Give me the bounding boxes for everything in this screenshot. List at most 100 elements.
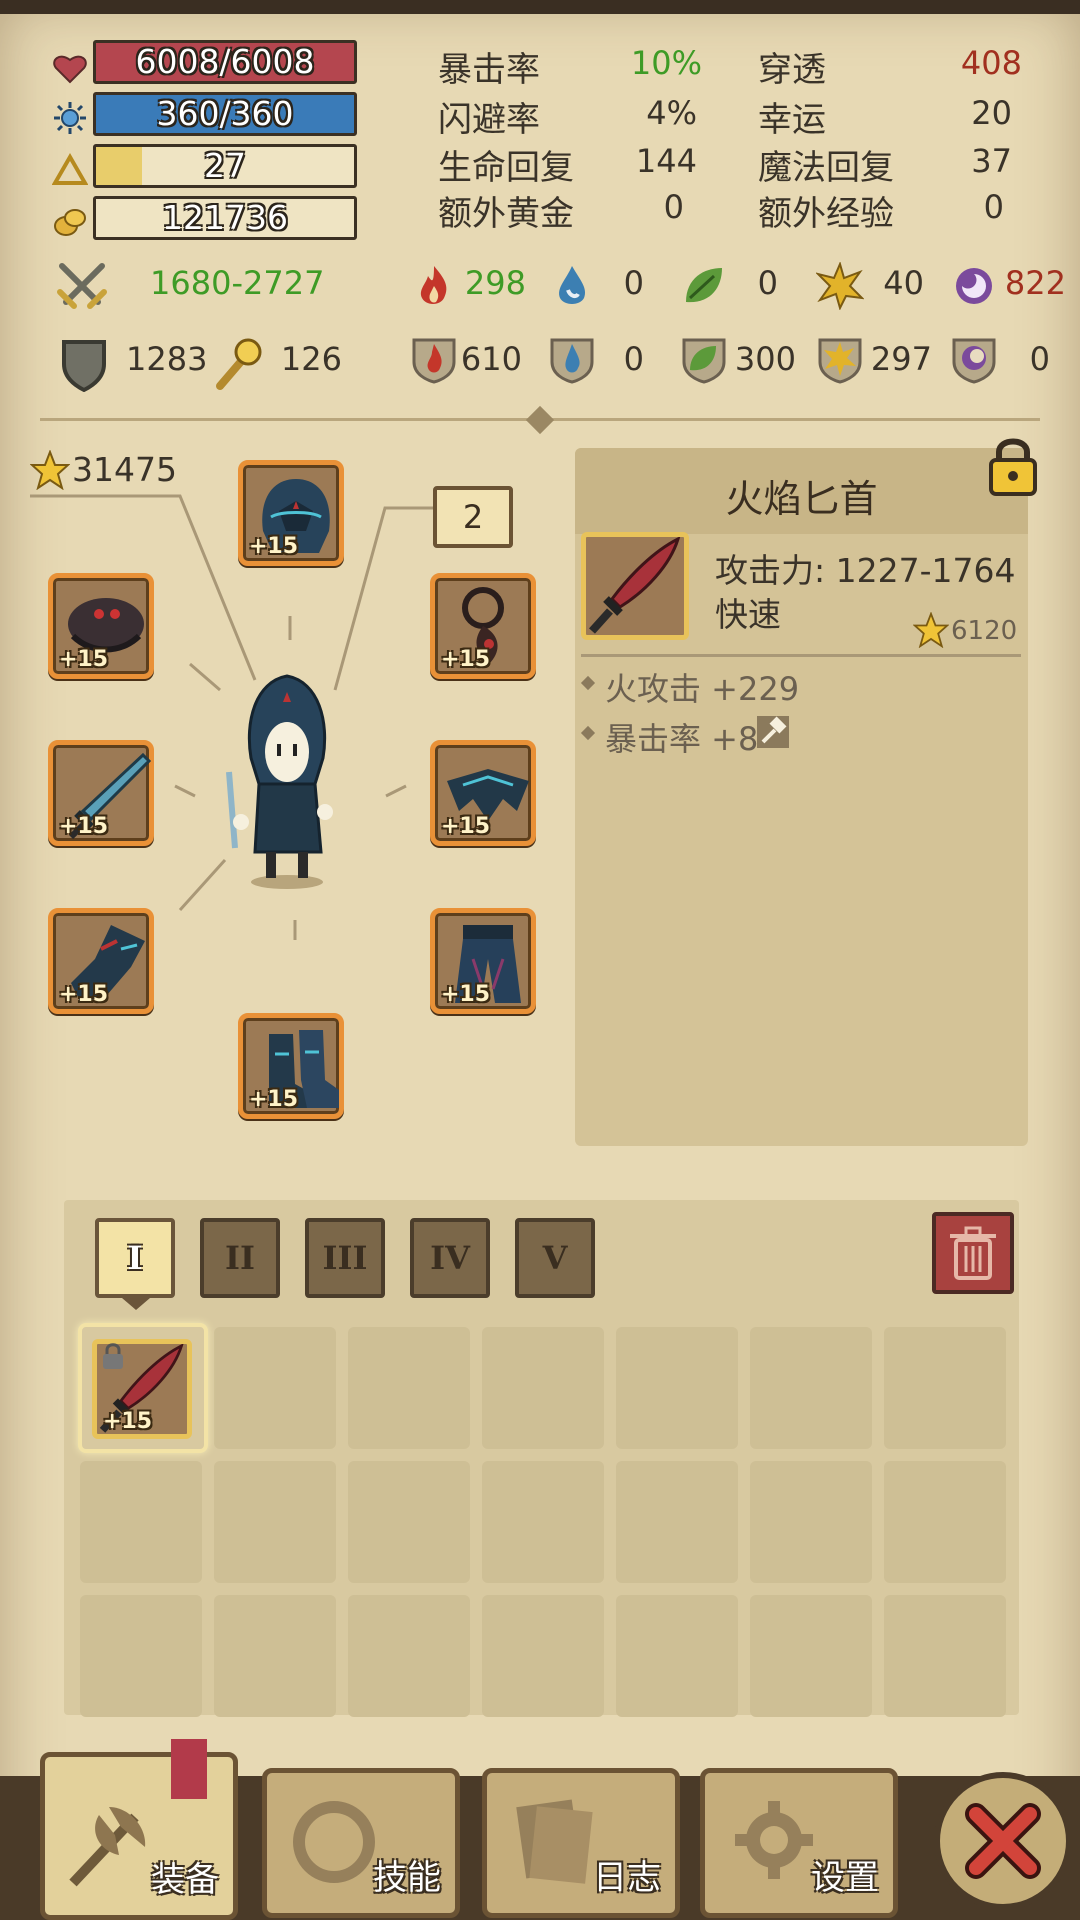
inventory-item[interactable]: +15 bbox=[78, 1323, 208, 1453]
inventory-slot[interactable] bbox=[482, 1461, 604, 1583]
level-value: 27 bbox=[204, 146, 246, 185]
defense-nature: 300 bbox=[734, 340, 796, 378]
equip-slot-amulet[interactable]: +15 bbox=[430, 573, 536, 679]
star-icon bbox=[913, 612, 949, 648]
defense-magic: 126 bbox=[280, 340, 342, 378]
magic-staff-icon bbox=[216, 338, 262, 390]
attack-range: 1680-2727 bbox=[150, 264, 325, 302]
inventory-slot[interactable] bbox=[616, 1461, 738, 1583]
stat-label: 暴击率 bbox=[438, 50, 540, 90]
trash-icon bbox=[950, 1226, 996, 1280]
journal-icon bbox=[516, 1799, 593, 1884]
item-score: 6120 bbox=[951, 616, 1018, 646]
water-shield-icon bbox=[550, 338, 594, 384]
hp-bar: 6008/6008 bbox=[93, 40, 357, 84]
water-icon bbox=[559, 266, 586, 304]
inventory-slot[interactable] bbox=[80, 1595, 202, 1717]
inventory-slot[interactable] bbox=[616, 1595, 738, 1717]
nav-settings-button[interactable]: 设置 bbox=[700, 1768, 898, 1918]
inventory-tab[interactable]: III bbox=[305, 1218, 385, 1298]
arcane-shield-icon bbox=[952, 338, 996, 384]
bonus-diamond-icon bbox=[580, 675, 596, 691]
nature-shield-icon bbox=[682, 338, 726, 384]
inventory-slot[interactable] bbox=[214, 1595, 336, 1717]
equip-slot-shoulders[interactable]: +15 bbox=[48, 573, 154, 679]
xp-bar: 27 bbox=[93, 144, 357, 188]
trash-button[interactable] bbox=[932, 1212, 1014, 1294]
upgrade-hammer-icon[interactable] bbox=[757, 716, 789, 748]
stat-label: 额外黄金 bbox=[438, 194, 574, 234]
close-button[interactable] bbox=[934, 1772, 1072, 1910]
crossed-swords-icon bbox=[57, 263, 107, 309]
arcane-icon bbox=[956, 268, 992, 304]
defense-lightning: 297 bbox=[870, 340, 932, 378]
inventory-slot[interactable] bbox=[482, 1327, 604, 1449]
set-count-badge[interactable]: 2 bbox=[433, 486, 513, 548]
item-name: 火焰匕首 bbox=[725, 477, 878, 521]
attack-water: 0 bbox=[623, 264, 644, 302]
stat-label: 穿透 bbox=[758, 50, 826, 90]
nav-log-button[interactable]: 日志 bbox=[482, 1768, 680, 1918]
mana-icon bbox=[54, 102, 86, 134]
nav-label: 技能 bbox=[373, 1858, 441, 1898]
lightning-icon bbox=[816, 262, 864, 310]
shield-icon bbox=[62, 340, 106, 392]
inventory-slot[interactable] bbox=[482, 1595, 604, 1717]
stat-label: 闪避率 bbox=[438, 100, 540, 140]
inventory-slot[interactable] bbox=[80, 1461, 202, 1583]
defense-water: 0 bbox=[623, 340, 644, 378]
slot-level: +15 bbox=[59, 982, 109, 1007]
nav-skills-button[interactable]: 技能 bbox=[262, 1768, 460, 1918]
item-divider bbox=[581, 654, 1021, 657]
equip-slot-pants[interactable]: +15 bbox=[430, 908, 536, 1014]
attack-fire: 298 bbox=[464, 264, 526, 302]
stat-value: 0 bbox=[983, 188, 1004, 226]
inventory-tab[interactable]: II bbox=[200, 1218, 280, 1298]
gold-bar: 121736 bbox=[93, 196, 357, 240]
inventory-slot[interactable] bbox=[348, 1595, 470, 1717]
inventory-slot[interactable] bbox=[884, 1461, 1006, 1583]
inventory-slot[interactable] bbox=[750, 1327, 872, 1449]
leaf-icon bbox=[686, 268, 722, 303]
equip-slot-cloak[interactable]: +15 bbox=[430, 740, 536, 846]
gold-icon bbox=[54, 209, 86, 236]
stat-value: 408 bbox=[960, 44, 1022, 82]
fire-shield-icon bbox=[412, 338, 456, 384]
stat-value: 20 bbox=[971, 94, 1012, 132]
inventory-tab[interactable]: V bbox=[515, 1218, 595, 1298]
lock-icon[interactable] bbox=[985, 434, 1041, 498]
gear-icon bbox=[735, 1801, 813, 1879]
character-avatar[interactable] bbox=[215, 672, 345, 892]
equip-slot-boots[interactable]: +15 bbox=[238, 1013, 344, 1119]
inventory-slot[interactable] bbox=[884, 1327, 1006, 1449]
slot-level: +15 bbox=[59, 647, 109, 672]
item-bonus: 火攻击 +229 bbox=[605, 670, 800, 708]
attack-lightning: 40 bbox=[883, 264, 924, 302]
slot-level: +15 bbox=[441, 647, 491, 672]
inventory-tab[interactable]: I bbox=[95, 1218, 175, 1298]
nav-label: 设置 bbox=[811, 1858, 879, 1898]
inventory-slot[interactable] bbox=[214, 1327, 336, 1449]
inventory-slot[interactable] bbox=[750, 1461, 872, 1583]
slot-level: +15 bbox=[441, 982, 491, 1007]
stat-value: 37 bbox=[971, 142, 1012, 180]
level-icon bbox=[52, 152, 88, 185]
inventory-slot[interactable] bbox=[348, 1327, 470, 1449]
stat-value: 0 bbox=[663, 188, 684, 226]
item-icon-frame bbox=[581, 532, 689, 640]
equip-slot-helmet[interactable]: +15 bbox=[238, 460, 344, 566]
item-bonus: 暴击率 +8 bbox=[605, 720, 759, 758]
inventory-slot[interactable] bbox=[750, 1595, 872, 1717]
nav-equipment-button[interactable]: 装备 bbox=[40, 1739, 238, 1920]
inventory-slot[interactable] bbox=[348, 1461, 470, 1583]
inventory-slot[interactable] bbox=[884, 1595, 1006, 1717]
heart-icon bbox=[53, 55, 87, 84]
equip-slot-gloves[interactable]: +15 bbox=[48, 908, 154, 1014]
inventory-slot[interactable] bbox=[616, 1327, 738, 1449]
battle-axe-icon bbox=[69, 1807, 146, 1887]
inventory-tab[interactable]: IV bbox=[410, 1218, 490, 1298]
close-icon bbox=[965, 1803, 1041, 1879]
equip-slot-weapon[interactable]: +15 bbox=[48, 740, 154, 846]
defense-arcane: 0 bbox=[1029, 340, 1050, 378]
inventory-slot[interactable] bbox=[214, 1461, 336, 1583]
